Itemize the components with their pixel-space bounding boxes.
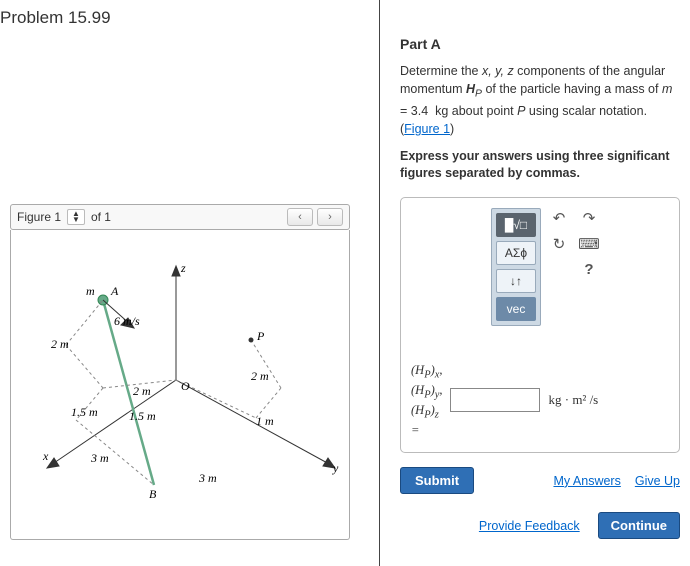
answer-box: █√□ ΑΣϕ ↓↑ vec ↶ ↷ ↻ ⌨ ? — [400, 197, 680, 453]
physics-diagram: m A 6 m/s 2 m 1.5 m 2 m 1.5 m 3 m 3 m B … — [21, 240, 361, 530]
prompt-text: Determine the x, y, z components of the … — [400, 62, 680, 138]
greek-tool-button[interactable]: ΑΣϕ — [496, 241, 536, 265]
figure-canvas: m A 6 m/s 2 m 1.5 m 2 m 1.5 m 3 m 3 m B … — [10, 230, 350, 540]
help-icon[interactable]: ? — [579, 260, 599, 280]
label-1.5-ctr: 1.5 m — [129, 409, 156, 423]
selector-up-down-icon: ▲▼ — [72, 211, 80, 222]
vec-tool-button[interactable]: vec — [496, 297, 536, 321]
label-2m-mid: 2 m — [133, 384, 151, 398]
figure-prev-button[interactable]: ‹ — [287, 208, 313, 226]
provide-feedback-link[interactable]: Provide Feedback — [479, 519, 580, 533]
units-label: kg · m² /s — [548, 392, 598, 408]
figure-selector[interactable]: ▲▼ — [67, 209, 85, 224]
label-y: y — [332, 461, 339, 475]
chevron-left-icon: ‹ — [298, 211, 302, 223]
label-vel: 6 m/s — [114, 314, 140, 328]
answer-lhs: (HP)x, (HP)y, (HP)z = — [411, 362, 442, 438]
redo-icon[interactable]: ↷ — [579, 208, 599, 228]
sqrt-tool-button[interactable]: █√□ — [496, 213, 536, 237]
label-m: m — [86, 284, 95, 298]
label-B: B — [149, 487, 157, 501]
label-P: P — [256, 329, 265, 343]
my-answers-link[interactable]: My Answers — [553, 474, 620, 488]
label-2m-right: 2 m — [251, 369, 269, 383]
submit-button[interactable]: Submit — [400, 467, 474, 494]
chevron-right-icon: › — [328, 211, 332, 223]
label-A: A — [110, 284, 119, 298]
subscript-tool-button[interactable]: ↓↑ — [496, 269, 536, 293]
figure-link[interactable]: Figure 1 — [404, 122, 450, 136]
label-3m-left: 3 m — [90, 451, 109, 465]
label-3m-right: 3 m — [198, 471, 217, 485]
label-1m: 1 m — [256, 414, 274, 428]
equation-toolbar: █√□ ΑΣϕ ↓↑ vec ↶ ↷ ↻ ⌨ ? — [491, 208, 599, 326]
reset-icon[interactable]: ↻ — [549, 234, 569, 254]
give-up-link[interactable]: Give Up — [635, 474, 680, 488]
label-x: x — [42, 449, 49, 463]
label-1.5-lower: 1.5 m — [71, 405, 98, 419]
label-z: z — [180, 261, 186, 275]
label-2m-left: 2 m — [51, 337, 69, 351]
figure-count: of 1 — [91, 210, 111, 224]
figure-label: Figure 1 — [17, 210, 61, 224]
continue-button[interactable]: Continue — [598, 512, 680, 539]
label-O: O — [181, 379, 190, 393]
instruction-text: Express your answers using three signifi… — [400, 148, 680, 183]
figure-panel: Figure 1 ▲▼ of 1 ‹ › — [0, 204, 360, 540]
answer-input[interactable] — [450, 388, 540, 412]
figure-next-button[interactable]: › — [317, 208, 343, 226]
undo-icon[interactable]: ↶ — [549, 208, 569, 228]
figure-header: Figure 1 ▲▼ of 1 ‹ › — [10, 204, 350, 230]
part-heading: Part A — [400, 36, 680, 52]
keyboard-icon[interactable]: ⌨ — [579, 234, 599, 254]
problem-title: Problem 15.99 — [0, 0, 379, 28]
